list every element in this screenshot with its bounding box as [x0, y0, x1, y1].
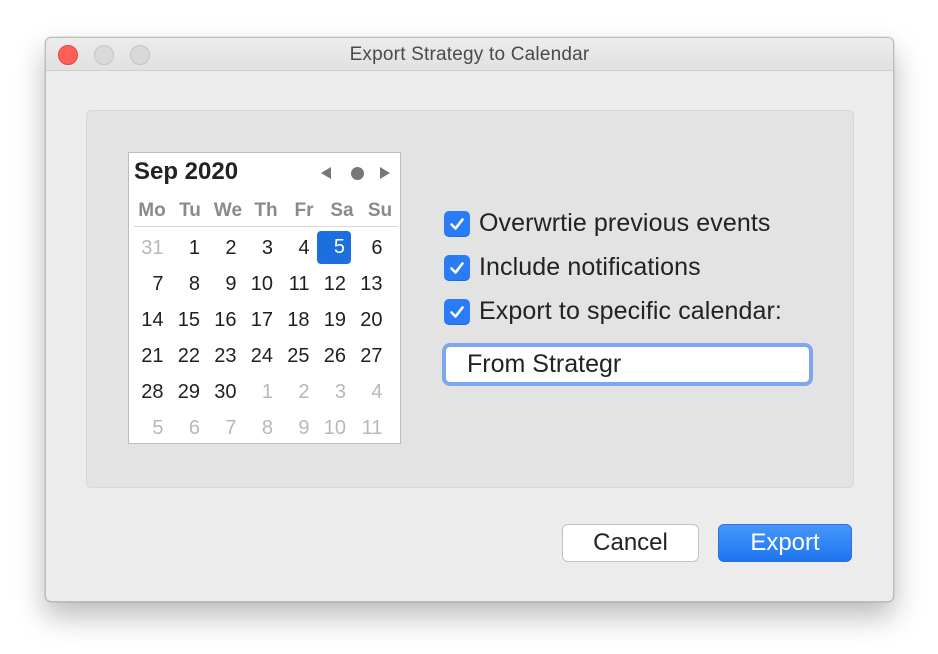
calendar-day[interactable]: 29	[170, 375, 207, 411]
calendar-day[interactable]: 7	[206, 411, 243, 447]
specific-calendar-option[interactable]: Export to specific calendar:	[444, 297, 782, 326]
calendar-day[interactable]: 31	[133, 231, 170, 267]
calendar-day[interactable]: 2	[206, 231, 243, 267]
calendar-day[interactable]: 12	[316, 267, 353, 303]
calendar-day[interactable]: 4	[352, 375, 389, 411]
calendar-day[interactable]: 9	[206, 267, 243, 303]
calendar-day[interactable]: 6	[170, 411, 207, 447]
cancel-button[interactable]: Cancel	[562, 524, 699, 562]
notifications-option[interactable]: Include notifications	[444, 253, 701, 282]
date-picker[interactable]: Sep 2020 Mo Tu We Th Fr Sa Su 31 1 2 3 4 5 6 7 8 9 10 11 1…	[128, 152, 401, 444]
weekday-label: Fr	[294, 200, 314, 221]
calendar-divider	[134, 226, 398, 227]
calendar-day[interactable]: 9	[279, 411, 316, 447]
options-panel: Sep 2020 Mo Tu We Th Fr Sa Su 31 1 2 3 4 5 6 7 8 9 10 11 1…	[86, 110, 854, 488]
weekday-label: Tu	[179, 200, 201, 221]
calendar-day[interactable]: 23	[206, 339, 243, 375]
title-bar: Export Strategy to Calendar	[46, 38, 893, 71]
calendar-day[interactable]: 16	[206, 303, 243, 339]
export-button[interactable]: Export	[718, 524, 852, 562]
calendar-day[interactable]: 22	[170, 339, 207, 375]
notifications-label: Include notifications	[479, 253, 701, 281]
calendar-day[interactable]: 28	[133, 375, 170, 411]
overwrite-option[interactable]: Overwrtie previous events	[444, 209, 771, 238]
calendar-day[interactable]: 13	[352, 267, 389, 303]
notifications-checkbox[interactable]	[444, 254, 470, 281]
calendar-day[interactable]: 10	[243, 267, 280, 303]
next-month-icon[interactable]	[380, 167, 390, 179]
weekday-label: Th	[254, 200, 278, 221]
weekday-header: Mo Tu We Th Fr Sa Su	[133, 200, 399, 222]
calendar-day[interactable]: 8	[170, 267, 207, 303]
weekday-label: Su	[367, 200, 393, 221]
calendar-day[interactable]: 30	[206, 375, 243, 411]
window-title: Export Strategy to Calendar	[349, 44, 590, 65]
calendar-day[interactable]: 18	[279, 303, 316, 339]
today-dot-icon[interactable]	[351, 167, 364, 180]
calendar-day[interactable]: 5	[133, 411, 170, 447]
calendar-month-label: Sep 2020	[134, 158, 239, 185]
calendar-name-field[interactable]	[442, 343, 813, 386]
calendar-day[interactable]: 17	[243, 303, 280, 339]
calendar-day[interactable]: 7	[133, 267, 170, 303]
previous-month-icon[interactable]	[321, 167, 331, 179]
calendar-day-selected[interactable]: 5	[316, 231, 351, 264]
checkmark-icon	[450, 261, 464, 274]
overwrite-checkbox[interactable]	[444, 210, 470, 237]
calendar-day[interactable]: 8	[243, 411, 280, 447]
weekday-label: Sa	[330, 200, 354, 221]
calendar-day[interactable]: 3	[316, 375, 353, 411]
calendar-day[interactable]: 4	[279, 231, 316, 267]
calendar-day[interactable]: 2	[279, 375, 316, 411]
calendar-day[interactable]: 1	[170, 231, 207, 267]
calendar-day[interactable]: 19	[316, 303, 353, 339]
calendar-day[interactable]: 11	[279, 267, 316, 303]
calendar-day[interactable]: 20	[352, 303, 389, 339]
calendar-name-input[interactable]	[446, 347, 809, 382]
calendar-day[interactable]: 3	[243, 231, 280, 267]
weekday-label: We	[213, 200, 243, 221]
checkmark-icon	[450, 305, 464, 318]
calendar-days-grid: 31 1 2 3 4 5 6 7 8 9 10 11 12 13 14 15 16 17 18 19 20 21 22 23 2…	[133, 231, 399, 447]
calendar-day[interactable]: 15	[170, 303, 207, 339]
calendar-day[interactable]: 11	[352, 411, 389, 447]
checkmark-icon	[450, 217, 464, 230]
calendar-day[interactable]: 24	[243, 339, 280, 375]
calendar-day[interactable]: 10	[316, 411, 353, 447]
calendar-day[interactable]: 25	[279, 339, 316, 375]
overwrite-label: Overwrtie previous events	[479, 209, 771, 237]
specific-calendar-label: Export to specific calendar:	[479, 297, 782, 325]
export-dialog: Export Strategy to Calendar Sep 2020 Mo T…	[45, 37, 894, 602]
calendar-day[interactable]: 6	[352, 231, 389, 267]
specific-calendar-checkbox[interactable]	[444, 298, 470, 325]
calendar-day[interactable]: 27	[352, 339, 389, 375]
weekday-label: Mo	[138, 200, 166, 221]
calendar-day[interactable]: 26	[316, 339, 353, 375]
calendar-day[interactable]: 14	[133, 303, 170, 339]
calendar-day[interactable]: 21	[133, 339, 170, 375]
calendar-day[interactable]: 1	[243, 375, 280, 411]
